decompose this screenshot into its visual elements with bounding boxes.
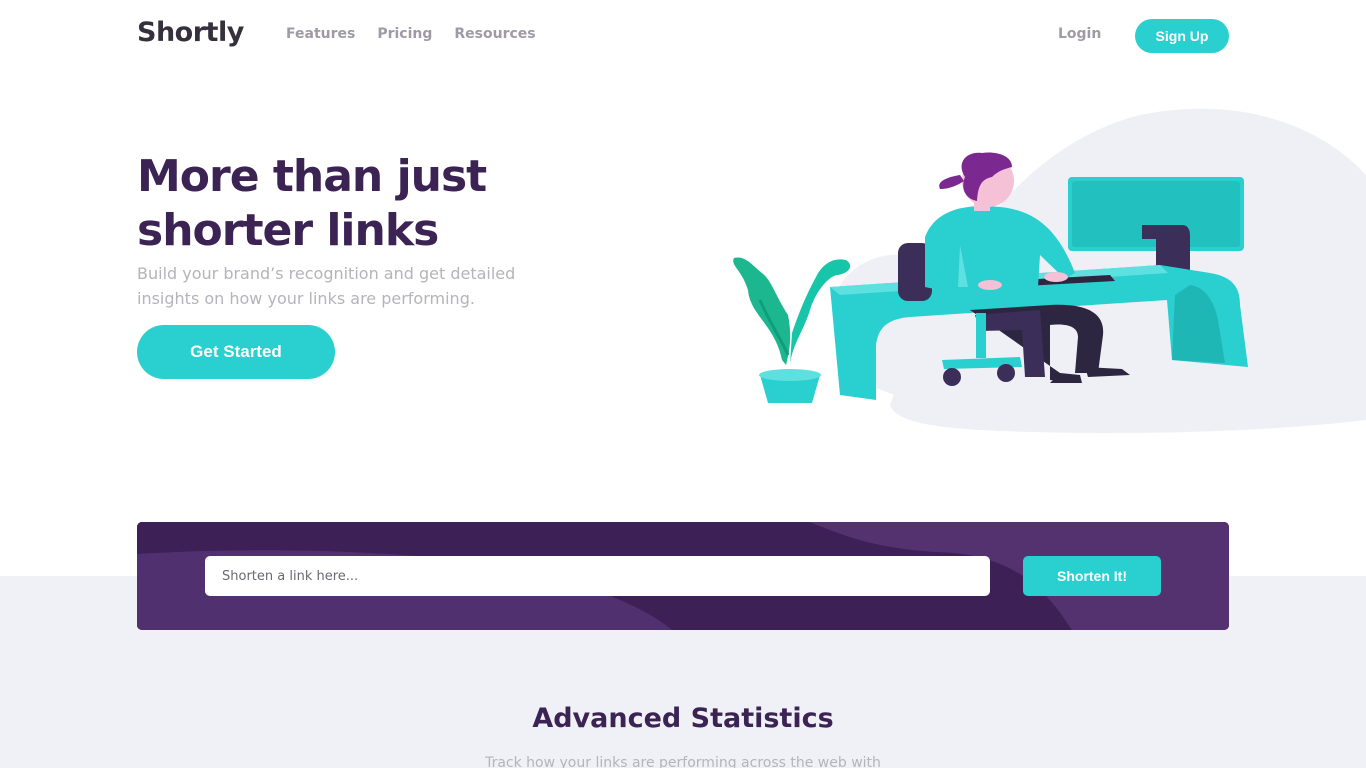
page: Shortly Features Pricing Resources Login… [0, 0, 1366, 768]
shorten-form: Shorten a link here... Shorten It! [137, 522, 1229, 630]
get-started-button[interactable]: Get Started [137, 325, 335, 379]
nav-link-pricing[interactable]: Pricing [377, 26, 432, 42]
hero-title: More than just shorter links [137, 151, 487, 256]
hero-subtitle: Build your brand’s recognition and get d… [137, 264, 516, 308]
shorten-link-input[interactable]: Shorten a link here... [205, 556, 990, 596]
logo[interactable]: Shortly [137, 17, 244, 48]
main-nav: Features Pricing Resources [286, 26, 536, 42]
statistics-title: Advanced Statistics [532, 703, 834, 734]
nav-link-resources[interactable]: Resources [454, 26, 535, 42]
shorten-it-button[interactable]: Shorten It! [1023, 556, 1161, 596]
signup-button[interactable]: Sign Up [1135, 19, 1229, 53]
person-working-illustration [733, 108, 1366, 433]
statistics-subtitle: Track how your links are performing acro… [485, 755, 881, 768]
nav-link-features[interactable]: Features [286, 26, 355, 42]
login-link[interactable]: Login [1058, 26, 1101, 42]
